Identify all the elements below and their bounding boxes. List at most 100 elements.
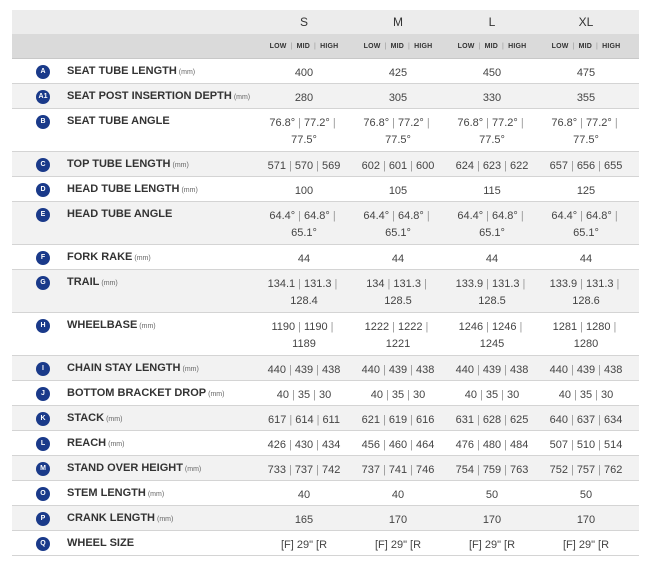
value: 131.3 [492,278,520,290]
letter-badge: E [36,208,50,222]
value-cell: [F] 29" [R [374,539,422,551]
row-label: HEAD TUBE ANGLE [67,202,257,244]
divider: | [598,439,602,451]
row-letter-cell: K [12,406,67,430]
value: 134 [366,278,385,290]
value-cell: 100 [294,185,314,197]
value: 133.9 [455,278,484,290]
value: 76.8° [269,117,296,129]
row-letter-cell: A [12,59,67,83]
divider: | [288,160,292,172]
value-line: 128.6 [539,293,633,310]
value-cell: 752 | 757 | 762 [539,456,633,480]
row-letter-cell: I [12,356,67,380]
divider: | [290,42,293,50]
divider: | [598,414,602,426]
value-line: 76.8° | 77.2° | [351,115,445,132]
table-row: L REACH (mm) 426 | 430 | 434 456 | 460 | 464 476 | 480 |… [12,431,639,456]
letter-badge: P [36,512,50,526]
value: 571 [267,160,286,172]
value: 40 [370,389,384,401]
value: 40 [464,389,478,401]
divider: | [613,321,617,333]
value-line: 133.9 | 131.3 | [445,276,539,293]
unit-text: (mm) [181,187,198,194]
value: 30 [600,389,614,401]
row-letter-cell: C [12,152,67,176]
table-row: M STAND OVER HEIGHT (mm) 733 | 737 | 742 737 | 741… [12,456,639,481]
value: 623 [482,160,502,172]
value-line: 1189 [257,336,351,353]
value-cell: 617 | 614 | 611 [257,406,351,430]
unit-text: (mm) [208,391,225,398]
value-line: 64.4° | 64.8° | [351,208,445,225]
value: 77.5° [573,134,599,146]
divider: | [520,210,524,222]
divider: | [407,389,410,401]
position-header-group: LOW | MID | HIGH [257,34,351,58]
divider: | [486,321,489,333]
value-cell: 571 | 570 | 569 [257,152,351,176]
value: 65.1° [479,227,505,239]
row-letter-cell: G [12,270,67,312]
row-label: CHAIN STAY LENGTH (mm) [67,356,257,380]
row-letter-cell: H [12,313,67,355]
value: 440 [267,364,286,376]
value: 131.3 [393,278,421,290]
value-cell: 426 | 430 | 434 [257,431,351,455]
label-text: WHEEL SIZE [67,537,135,549]
divider: | [425,321,429,333]
divider: | [410,439,414,451]
letter-badge: Q [36,537,50,551]
value-cell: 64.4° | 64.8° | 65.1° [445,202,539,244]
value: 35 [391,389,405,401]
letter-badge: L [36,437,50,451]
divider: | [519,321,523,333]
size-header: M [393,15,403,29]
value: 64.8° [304,210,330,222]
divider: | [314,42,317,50]
value-line: 1246 | 1246 | [445,319,539,336]
value-line: 77.5° [351,132,445,149]
divider: | [382,414,386,426]
divider: | [504,160,508,172]
value-cell: 280 [294,92,314,104]
row-label: BOTTOM BRACKET DROP (mm) [67,381,257,405]
divider: | [387,278,391,290]
row-label: FORK RAKE (mm) [67,245,257,269]
value-line: 64.4° | 64.8° | [539,208,633,225]
value-cell: 40 [391,489,405,501]
position-label: HIGH [508,42,527,50]
divider: | [504,414,508,426]
letter-badge: G [36,276,50,290]
value: 133.9 [549,278,578,290]
value: 128.6 [572,295,600,307]
divider: | [616,278,620,290]
value-cell: 330 [482,92,502,104]
value-cell: 170 [576,514,596,526]
divider: | [476,414,480,426]
table-row: Q WHEEL SIZE [F] 29" [R [F] 29" [R [F] 29" [… [12,531,639,556]
value-cell: 440 | 439 | 438 [445,356,539,380]
divider: | [392,321,395,333]
divider: | [570,464,574,476]
value: 569 [322,160,341,172]
label-text: TRAIL [67,276,100,288]
value-cell: 456 | 460 | 464 [351,431,445,455]
value: 134.1 [267,278,296,290]
value: 1221 [385,338,411,350]
label-text: BOTTOM BRACKET DROP [67,387,207,399]
value-cell: 733 | 737 | 742 [257,456,351,480]
divider: | [382,364,386,376]
value: 77.2° [586,117,612,129]
value: 733 [267,464,286,476]
value-cell: [F] 29" [R [280,539,328,551]
value-cell: 1246 | 1246 | 1245 [445,313,539,355]
row-letter-cell: J [12,381,67,405]
unit-text: (mm) [101,280,118,287]
letter-badge: K [36,412,50,426]
value: 754 [455,464,474,476]
value-cell: 40 | 35 | 30 [257,381,351,405]
row-label: WHEELBASE (mm) [67,313,257,355]
row-letter-cell: L [12,431,67,455]
